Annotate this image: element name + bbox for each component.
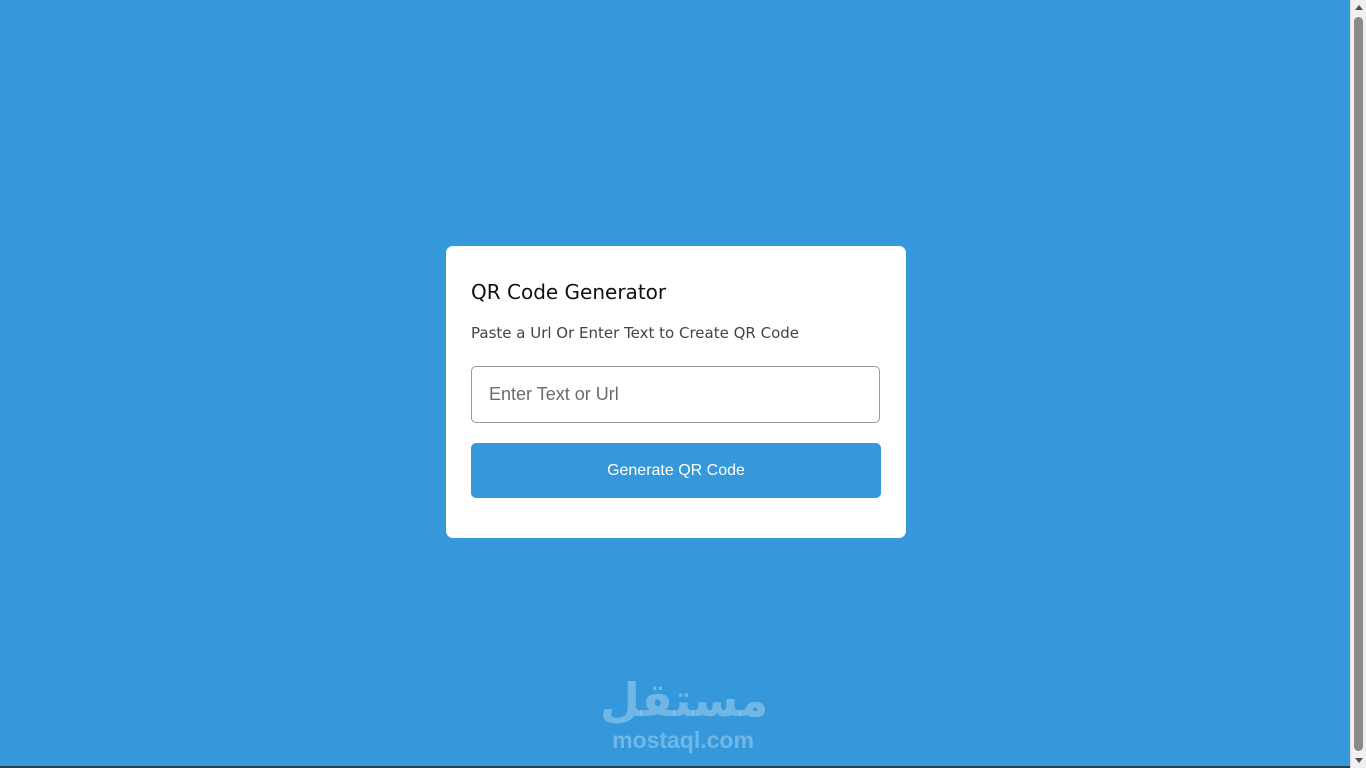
scroll-up-arrow-icon[interactable] — [1355, 5, 1363, 10]
card-subtitle: Paste a Url Or Enter Text to Create QR C… — [471, 324, 800, 342]
mostaql-watermark-logo: مستقل mostaql.com — [600, 672, 769, 753]
vertical-scrollbar[interactable] — [1350, 0, 1366, 768]
watermark-latin-text: mostaql.com — [612, 727, 754, 753]
page-background: QR Code Generator Paste a Url Or Enter T… — [0, 0, 1350, 768]
text-url-input[interactable] — [471, 366, 880, 423]
card-title: QR Code Generator — [471, 280, 667, 304]
watermark-arabic-text: مستقل — [600, 673, 769, 727]
generate-qr-button[interactable]: Generate QR Code — [471, 443, 881, 498]
qr-generator-card: QR Code Generator Paste a Url Or Enter T… — [446, 246, 906, 538]
scroll-thumb[interactable] — [1354, 17, 1363, 751]
scroll-down-arrow-icon[interactable] — [1355, 758, 1363, 763]
